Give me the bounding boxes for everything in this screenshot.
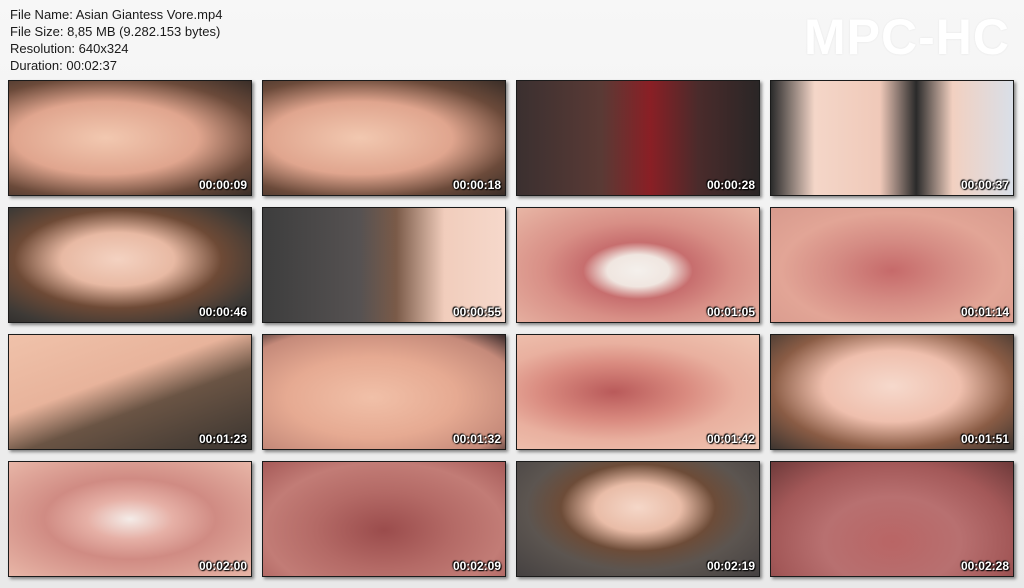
thumbnail-timestamp: 00:02:28: [960, 559, 1009, 573]
thumbnail[interactable]: 00:00:37: [770, 80, 1014, 196]
thumbnail[interactable]: 00:01:05: [516, 207, 760, 323]
thumbnail[interactable]: 00:01:42: [516, 334, 760, 450]
thumbnail-timestamp: 00:00:46: [198, 305, 247, 319]
file-name: File Name: Asian Giantess Vore.mp4: [10, 7, 223, 22]
thumbnail-timestamp: 00:00:18: [452, 178, 501, 192]
thumbnail-timestamp: 00:01:42: [706, 432, 755, 446]
thumbnail[interactable]: 00:00:18: [262, 80, 506, 196]
thumbnail-timestamp: 00:02:19: [706, 559, 755, 573]
thumbnail[interactable]: 00:02:09: [262, 461, 506, 577]
thumbnail[interactable]: 00:00:09: [8, 80, 252, 196]
thumbnail-timestamp: 00:00:09: [198, 178, 247, 192]
thumbnail[interactable]: 00:01:32: [262, 334, 506, 450]
thumbnail[interactable]: 00:01:51: [770, 334, 1014, 450]
thumbnail-timestamp: 00:00:55: [452, 305, 501, 319]
thumbnail-timestamp: 00:01:23: [198, 432, 247, 446]
resolution: Resolution: 640x324: [10, 41, 129, 56]
file-info: File Name: Asian Giantess Vore.mp4 File …: [10, 6, 222, 74]
thumbnail-timestamp: 00:01:14: [960, 305, 1009, 319]
file-size: File Size: 8,85 MB (9.282.153 bytes): [10, 24, 221, 39]
thumbnail-timestamp: 00:01:05: [706, 305, 755, 319]
thumbnail-timestamp: 00:02:09: [452, 559, 501, 573]
thumbnail[interactable]: 00:01:23: [8, 334, 252, 450]
duration: Duration: 00:02:37: [10, 58, 117, 73]
thumbnail-timestamp: 00:01:51: [960, 432, 1009, 446]
thumbnail-timestamp: 00:00:37: [960, 178, 1009, 192]
thumbnail[interactable]: 00:02:19: [516, 461, 760, 577]
thumbnail[interactable]: 00:00:28: [516, 80, 760, 196]
thumbnail[interactable]: 00:00:46: [8, 207, 252, 323]
thumbnail[interactable]: 00:02:00: [8, 461, 252, 577]
thumbnail-timestamp: 00:02:00: [198, 559, 247, 573]
thumbnail-timestamp: 00:01:32: [452, 432, 501, 446]
thumbnail-grid: 00:00:09 00:00:18 00:00:28 00:00:37 00:0…: [8, 80, 1016, 580]
thumbnail[interactable]: 00:02:28: [770, 461, 1014, 577]
thumbnail-timestamp: 00:00:28: [706, 178, 755, 192]
mpc-hc-logo: MPC-HC: [804, 9, 1010, 65]
thumbnail[interactable]: 00:00:55: [262, 207, 506, 323]
thumbnail[interactable]: 00:01:14: [770, 207, 1014, 323]
